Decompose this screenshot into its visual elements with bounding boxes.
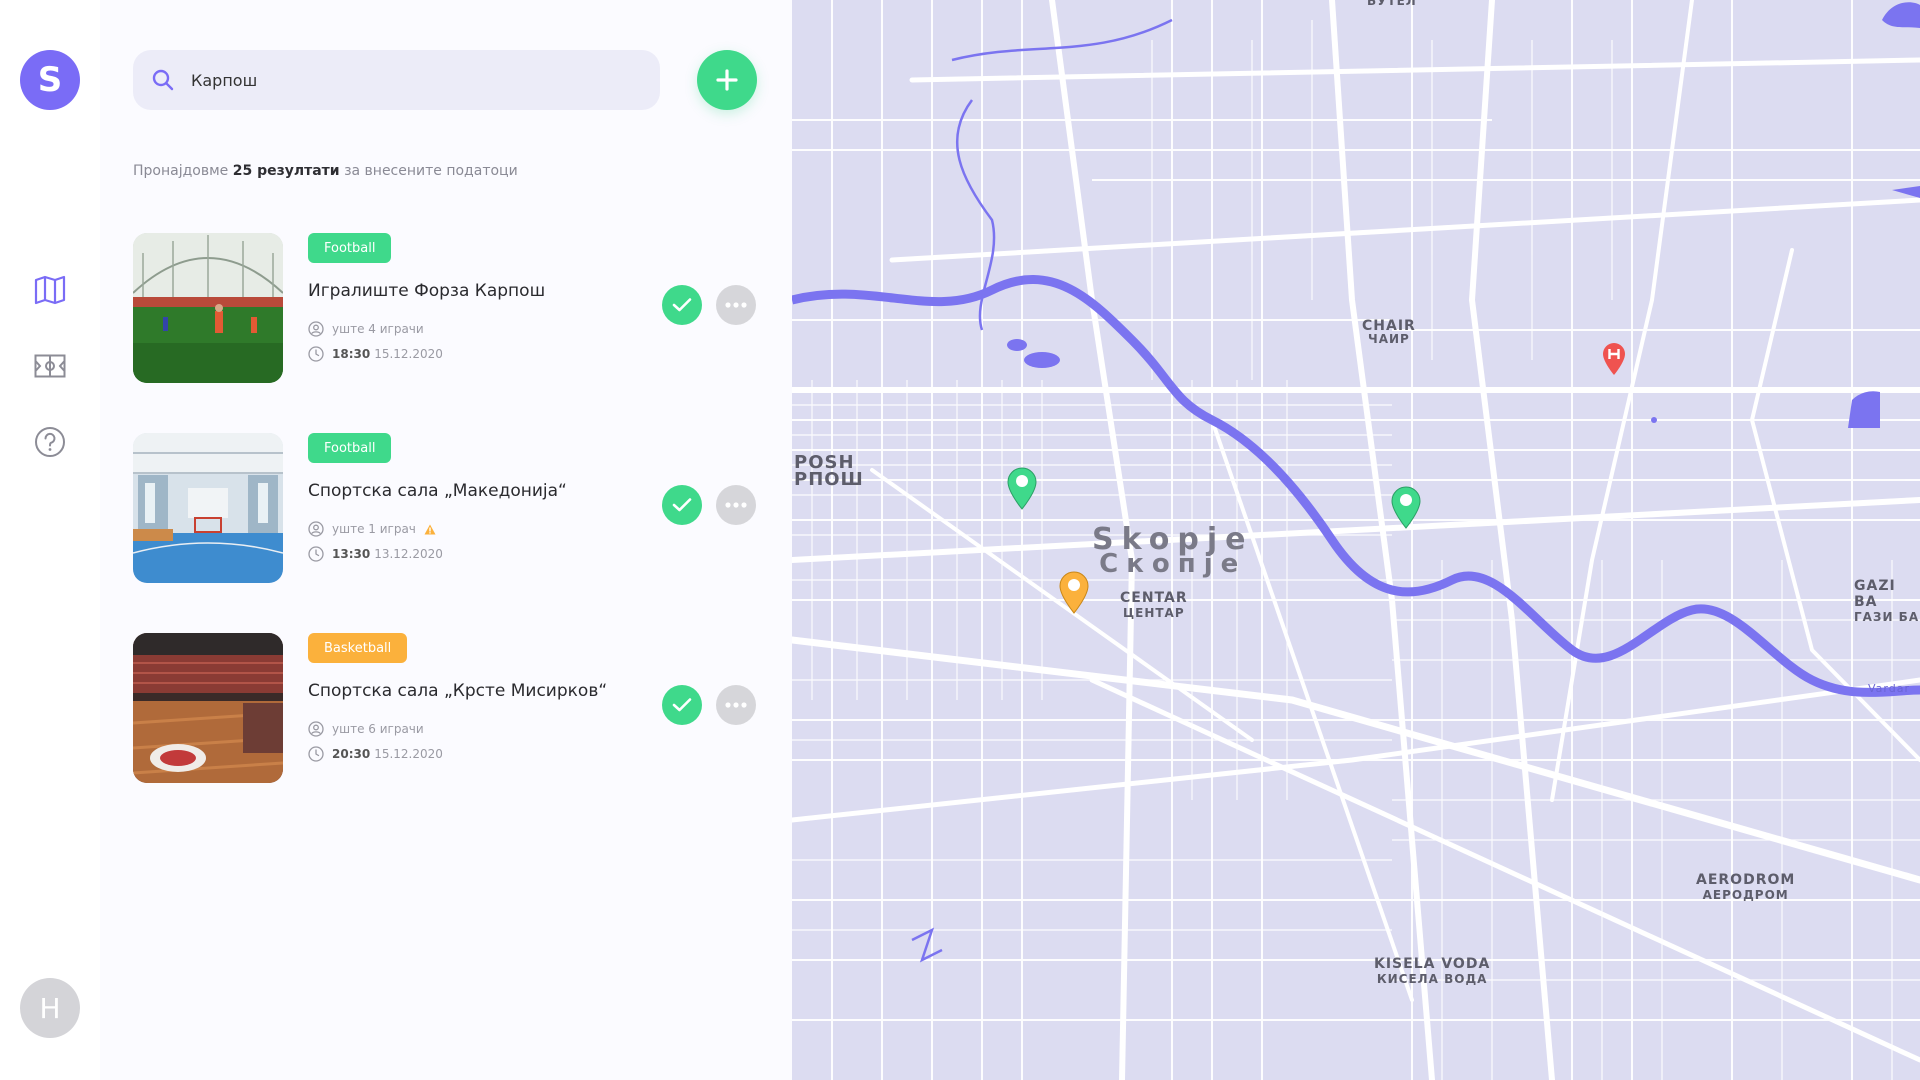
map-label-butel-cyr: БУТЕЛ <box>1367 0 1417 8</box>
map-label-centar-latin: CENTAR <box>1120 590 1188 606</box>
more-dots-icon <box>725 302 747 308</box>
map-label-centar-cyr: ЦЕНТАР <box>1123 606 1185 620</box>
players-needed: уште 4 играчи <box>308 321 424 337</box>
sport-tag: Basketball <box>308 633 408 663</box>
warning-icon <box>424 524 436 534</box>
more-dots-icon <box>725 702 747 708</box>
map-label-chair-cyr: ЧАИР <box>1368 332 1410 346</box>
event-thumbnail <box>133 233 283 383</box>
user-icon <box>308 721 324 737</box>
event-card[interactable]: Basketball Спортска сала „Крсте Мисирков… <box>133 633 763 783</box>
event-date: 15.12.2020 <box>374 747 443 761</box>
plus-icon <box>716 69 738 91</box>
clock-icon <box>308 546 324 562</box>
user-avatar[interactable]: H <box>20 978 80 1038</box>
event-title: Игралиште Форза Карпош <box>308 281 546 301</box>
map-label-gazi-baba: GAZI BA ГАЗИ БА <box>1854 578 1920 624</box>
search-icon <box>151 67 177 93</box>
help-icon[interactable] <box>32 424 68 460</box>
app-logo[interactable]: S <box>20 50 80 110</box>
players-text: уште 4 играчи <box>332 322 424 336</box>
map-label-aerodrom-cyr: АЕРОДРОМ <box>1702 888 1789 902</box>
map-label-aerodrom-latin: AERODROM <box>1696 872 1796 888</box>
map-label-kisela-cyr: КИСЕЛА ВОДА <box>1376 972 1488 986</box>
event-card[interactable]: Football Спортска сала „Македонија“ уште… <box>133 433 763 583</box>
sport-tag: Football <box>308 233 392 263</box>
event-date: 13.12.2020 <box>374 547 443 561</box>
search-bar <box>133 50 660 110</box>
map-view[interactable]: Skopje Скопје CENTAR ЦЕНТАР CHAIR ЧАИР P… <box>792 0 1920 1080</box>
map-label-karposh: POSH РПОШ <box>794 452 864 490</box>
event-time: 18:30 <box>332 347 371 361</box>
event-thumbnail <box>133 433 283 583</box>
field-icon[interactable] <box>32 348 68 384</box>
event-time: 13:30 <box>332 547 371 561</box>
check-icon <box>672 498 692 512</box>
players-text: уште 6 играчи <box>332 722 424 736</box>
add-event-button[interactable] <box>697 50 757 110</box>
more-dots-icon <box>725 502 747 508</box>
map-label-aerodrom: AERODROM АЕРОДРОМ <box>1696 872 1795 902</box>
clock-icon <box>308 746 324 762</box>
players-needed: уште 1 играч <box>308 521 436 537</box>
event-title: Спортска сала „Македонија“ <box>308 481 567 501</box>
event-datetime: 18:30 15.12.2020 <box>308 346 443 362</box>
results-suffix: за внесените податоци <box>344 163 518 179</box>
event-date: 15.12.2020 <box>374 347 443 361</box>
map-label-kisela-voda: KISELA VODA КИСЕЛА ВОДА <box>1374 956 1490 986</box>
map-pin-football-1[interactable] <box>1006 466 1038 510</box>
map-label-city: Skopje Скопје <box>1092 522 1253 579</box>
map-pin-football-2[interactable] <box>1390 485 1422 529</box>
players-needed: уште 6 играчи <box>308 721 424 737</box>
search-input[interactable] <box>189 69 633 91</box>
map-icon[interactable] <box>32 272 68 308</box>
check-icon <box>672 698 692 712</box>
event-datetime: 20:30 15.12.2020 <box>308 746 443 762</box>
more-button[interactable] <box>716 685 756 725</box>
map-pin-basketball[interactable] <box>1058 570 1090 614</box>
logo-letter: S <box>37 60 63 100</box>
map-label-kisela-latin: KISELA VODA <box>1374 956 1491 972</box>
event-datetime: 13:30 13.12.2020 <box>308 546 443 562</box>
results-count: 25 резултати <box>232 163 340 179</box>
join-button[interactable] <box>662 285 702 325</box>
check-icon <box>672 298 692 312</box>
map-label-chair: CHAIR ЧАИР <box>1362 318 1416 346</box>
results-panel: Пронајдовме 25 резултати за внесените по… <box>100 0 792 1080</box>
map-label-gazi-latin: GAZI BA <box>1854 578 1896 610</box>
clock-icon <box>308 346 324 362</box>
results-prefix: Пронајдовме <box>133 163 229 179</box>
map-label-river: Vardar <box>1868 682 1910 695</box>
join-button[interactable] <box>662 685 702 725</box>
event-card[interactable]: Football Игралиште Форза Карпош уште 4 и… <box>133 233 763 383</box>
sport-tag: Football <box>308 433 392 463</box>
join-button[interactable] <box>662 485 702 525</box>
map-label-gazi-cyr: ГАЗИ БА <box>1854 610 1920 624</box>
map-pin-hospital[interactable] <box>1602 342 1626 376</box>
more-button[interactable] <box>716 285 756 325</box>
more-button[interactable] <box>716 485 756 525</box>
players-text: уште 1 играч <box>332 522 416 536</box>
event-title: Спортска сала „Крсте Мисирков“ <box>308 681 608 701</box>
map-label-karposh-cyr: РПОШ <box>794 469 864 490</box>
sidebar: S H <box>0 0 101 1080</box>
map-label-city-cyr: Скопје <box>1099 549 1247 579</box>
results-summary: Пронајдовме 25 резултати за внесените по… <box>133 163 518 179</box>
event-thumbnail <box>133 633 283 783</box>
map-label-centar: CENTAR ЦЕНТАР <box>1120 590 1188 620</box>
user-icon <box>308 321 324 337</box>
map-label-butel: БУТЕЛ <box>1367 0 1417 8</box>
user-icon <box>308 521 324 537</box>
user-initial: H <box>39 991 61 1025</box>
map-label-river-name: Vardar <box>1868 682 1910 695</box>
event-time: 20:30 <box>332 747 371 761</box>
map-streets <box>792 0 1920 1080</box>
